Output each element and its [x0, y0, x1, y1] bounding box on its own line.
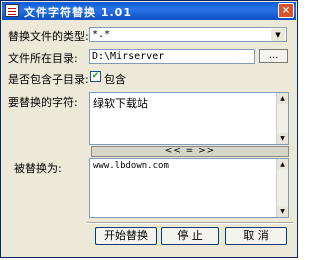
- find-value: 绿软下载站: [93, 97, 148, 110]
- replace-value: www.lbdown.com: [93, 161, 169, 171]
- app-window: 文件字符替换 1.01 × 替换文件的类型: *.* ▼ 文件所在目录: D:\…: [0, 0, 298, 258]
- filetype-combobox[interactable]: *.* ▼: [89, 27, 287, 42]
- find-label: 要替换的字符:: [8, 96, 78, 109]
- swap-button[interactable]: << = >>: [91, 146, 289, 157]
- dir-label: 文件所在目录:: [8, 52, 78, 65]
- subdir-label: 是否包含子目录:: [8, 73, 89, 86]
- scroll-down-icon[interactable]: ▼: [277, 133, 288, 144]
- chevron-down-icon[interactable]: ▼: [271, 29, 285, 41]
- subdir-checkbox[interactable]: ✔: [90, 71, 101, 82]
- dir-input[interactable]: D:\Mirserver: [89, 49, 255, 64]
- replace-scrollbar[interactable]: ▲ ▼: [276, 159, 288, 217]
- app-icon: [5, 4, 19, 17]
- close-button[interactable]: ×: [278, 3, 294, 18]
- scroll-up-icon[interactable]: ▲: [277, 93, 288, 104]
- scroll-down-icon[interactable]: ▼: [277, 206, 288, 217]
- replace-label: 被替换为:: [14, 162, 62, 175]
- scroll-up-icon[interactable]: ▲: [277, 159, 288, 170]
- subdir-checkbox-label[interactable]: 包含: [104, 71, 126, 87]
- start-button[interactable]: 开始替换: [95, 227, 157, 245]
- find-scrollbar[interactable]: ▲ ▼: [276, 93, 288, 144]
- stop-button[interactable]: 停 止: [161, 227, 219, 245]
- window-title: 文件字符替换 1.01: [24, 6, 132, 19]
- filetype-value: *.*: [92, 29, 111, 40]
- divider: [87, 222, 293, 224]
- replace-textarea[interactable]: www.lbdown.com ▲ ▼: [89, 158, 289, 218]
- filetype-label: 替换文件的类型:: [8, 30, 89, 43]
- find-textarea[interactable]: 绿软下载站 ▲ ▼: [89, 92, 289, 145]
- cancel-button[interactable]: 取 消: [225, 227, 287, 245]
- title-bar[interactable]: 文件字符替换 1.01 ×: [2, 2, 296, 20]
- dir-value: D:\Mirserver: [92, 51, 165, 62]
- browse-button[interactable]: ...: [259, 49, 288, 63]
